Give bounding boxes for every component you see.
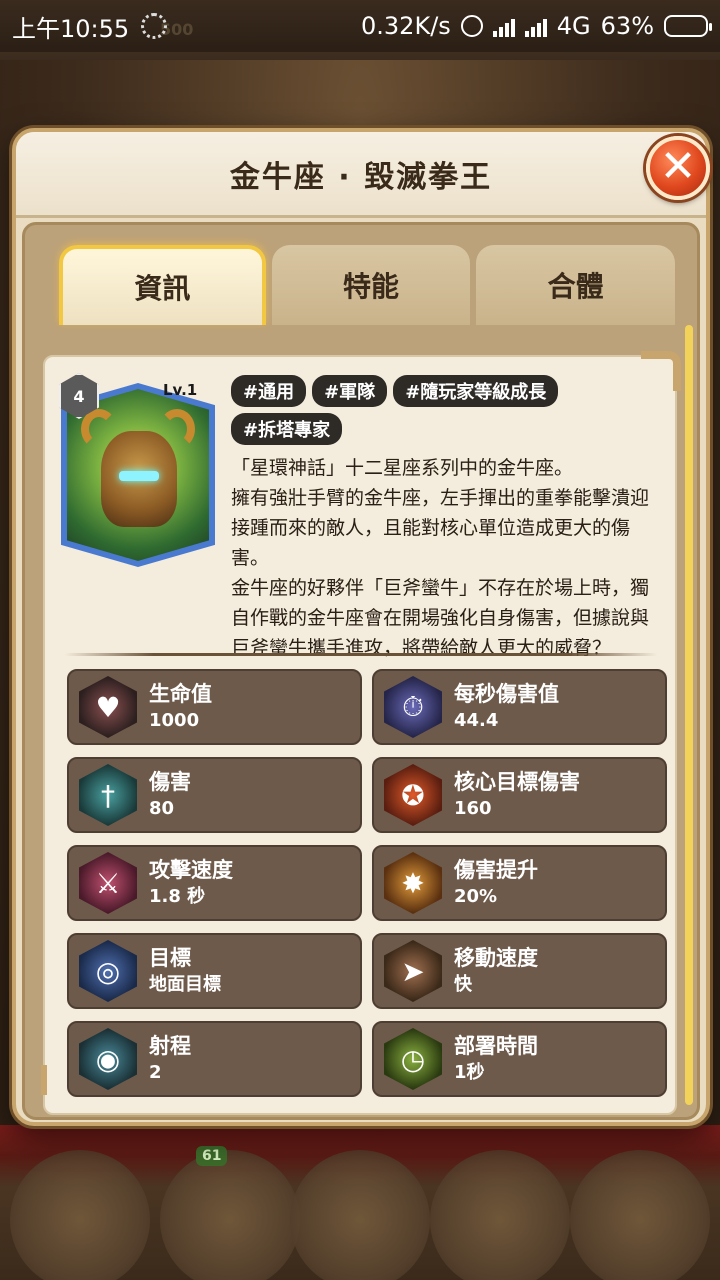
stat-damage-boost: ✸ 傷害提升 20%: [372, 845, 667, 921]
stat-range: ◉ 射程 2: [67, 1021, 362, 1097]
close-button[interactable]: ✕: [646, 136, 710, 200]
sword-icon: †: [79, 764, 137, 826]
description-line: 「星環神話」十二星座系列中的金牛座。: [231, 457, 574, 479]
tag-list: #通用 #軍隊 #隨玩家等級成長 #拆塔專家: [231, 375, 661, 445]
divider: [65, 653, 657, 656]
unit-detail-dialog: 金牛座 · 毀滅拳王 ✕ 資訊 特能 合體 4 Lv.1 #通用 #軍隊 #隨玩…: [12, 128, 710, 1126]
attack-speed-icon: ⚔: [79, 852, 137, 914]
stat-value: 44.4: [454, 710, 499, 731]
stat-label: 生命值: [149, 682, 212, 706]
core-target-icon: ✪: [384, 764, 442, 826]
taurus-portrait-image: [67, 389, 209, 561]
stat-value: 20%: [454, 886, 498, 907]
crosshair-icon: ◎: [79, 940, 137, 1002]
battery-percent: 63%: [600, 12, 654, 40]
dialog-body: 資訊 特能 合體 4 Lv.1 #通用 #軍隊 #隨玩家等級成長 #拆塔專家 「…: [22, 222, 700, 1120]
stat-label: 傷害: [149, 770, 191, 794]
level-label: Lv.1: [163, 381, 198, 399]
info-card: 4 Lv.1 #通用 #軍隊 #隨玩家等級成長 #拆塔專家 「星環神話」十二星座…: [41, 351, 681, 1115]
stat-value: 80: [149, 798, 175, 819]
clock-sword-icon: ⏱: [384, 676, 442, 738]
stat-value: 1秒: [454, 1062, 485, 1083]
signal-icon-2: [524, 15, 547, 37]
signal-icon: [492, 15, 515, 37]
stat-label: 攻擊速度: [149, 858, 233, 882]
description-line: 金牛座的好夥伴「巨斧蠻牛」不存在於場上時，獨自作戰的金牛座會在開場強化自身傷害，…: [231, 577, 650, 659]
stat-value: 1.8 秒: [149, 886, 206, 907]
stat-value: 地面目標: [149, 974, 221, 995]
stat-dps: ⏱ 每秒傷害值 44.4: [372, 669, 667, 745]
status-bar: 上午10:55 0.32K/s 4G 63%: [0, 0, 720, 52]
stat-value: 2: [149, 1062, 162, 1083]
nav-home-icon[interactable]: [290, 1150, 430, 1280]
tab-abilities[interactable]: 特能: [271, 245, 471, 325]
nav-shield-icon[interactable]: [430, 1150, 570, 1280]
tag-scales-with-level: #隨玩家等級成長: [393, 375, 559, 407]
unit-description: 「星環神話」十二星座系列中的金牛座。 擁有強壯手臂的金牛座，左手揮出的重拳能擊潰…: [231, 453, 663, 663]
network-speed: 0.32K/s: [361, 12, 451, 40]
cards-count-badge: 61: [196, 1146, 228, 1166]
nav-gem-icon[interactable]: [10, 1150, 150, 1280]
tag-tower-breaker: #拆塔專家: [231, 413, 343, 445]
stat-value: 160: [454, 798, 492, 819]
stat-target: ◎ 目標地面目標: [67, 933, 362, 1009]
alarm-icon: [460, 15, 483, 37]
network-type: 4G: [556, 12, 591, 40]
stopwatch-icon: ◷: [384, 1028, 442, 1090]
stat-label: 核心目標傷害: [454, 770, 580, 794]
stat-label: 傷害提升: [454, 858, 538, 882]
stat-label: 射程: [149, 1034, 191, 1058]
stat-value: 快: [454, 974, 472, 995]
tag-troop: #軍隊: [312, 375, 388, 407]
tag-general: #通用: [231, 375, 307, 407]
tab-fusion[interactable]: 合體: [476, 245, 676, 325]
gear-icon: [141, 13, 168, 39]
stats-grid: ♥ 生命值 1000 ⏱ 每秒傷害值 44.4 † 傷害 80 ✪ 核心目標傷害 160…: [67, 669, 667, 1097]
stat-core-damage: ✪ 核心目標傷害 160: [372, 757, 667, 833]
status-time: 上午10:55: [12, 14, 130, 43]
helmet-visor: [119, 471, 159, 481]
nav-trophy-icon[interactable]: [570, 1150, 710, 1280]
dialog-header: 金牛座 · 毀滅拳王: [16, 132, 706, 218]
heart-icon: ♥: [79, 676, 137, 738]
tab-bar: 資訊 特能 合體: [59, 245, 676, 325]
description-line: 擁有強壯手臂的金牛座，左手揮出的重拳能擊潰迎接踵而來的敵人，且能對核心單位造成更…: [231, 487, 650, 569]
stat-attack-speed: ⚔ 攻擊速度 1.8 秒: [67, 845, 362, 921]
boot-icon: ➤: [384, 940, 442, 1002]
corner-ornament-left: [41, 1065, 55, 1095]
stat-hp: ♥ 生命值 1000: [67, 669, 362, 745]
tab-info[interactable]: 資訊: [59, 245, 266, 325]
stat-label: 移動速度: [454, 946, 538, 970]
stat-deploy-time: ◷ 部署時間 1秒: [372, 1021, 667, 1097]
stat-damage: † 傷害 80: [67, 757, 362, 833]
stat-move-speed: ➤ 移動速度快: [372, 933, 667, 1009]
battery-icon: [664, 15, 712, 37]
nav-cards-icon[interactable]: [160, 1150, 300, 1280]
dialog-title: 金牛座 · 毀滅拳王: [229, 160, 493, 195]
damage-boost-icon: ✸: [384, 852, 442, 914]
bullseye-icon: ◉: [79, 1028, 137, 1090]
stat-label: 部署時間: [454, 1034, 538, 1058]
stat-label: 每秒傷害值: [454, 682, 559, 706]
stat-value: 1000: [149, 710, 200, 731]
scrollbar[interactable]: [685, 325, 693, 1105]
stat-label: 目標: [149, 946, 191, 970]
